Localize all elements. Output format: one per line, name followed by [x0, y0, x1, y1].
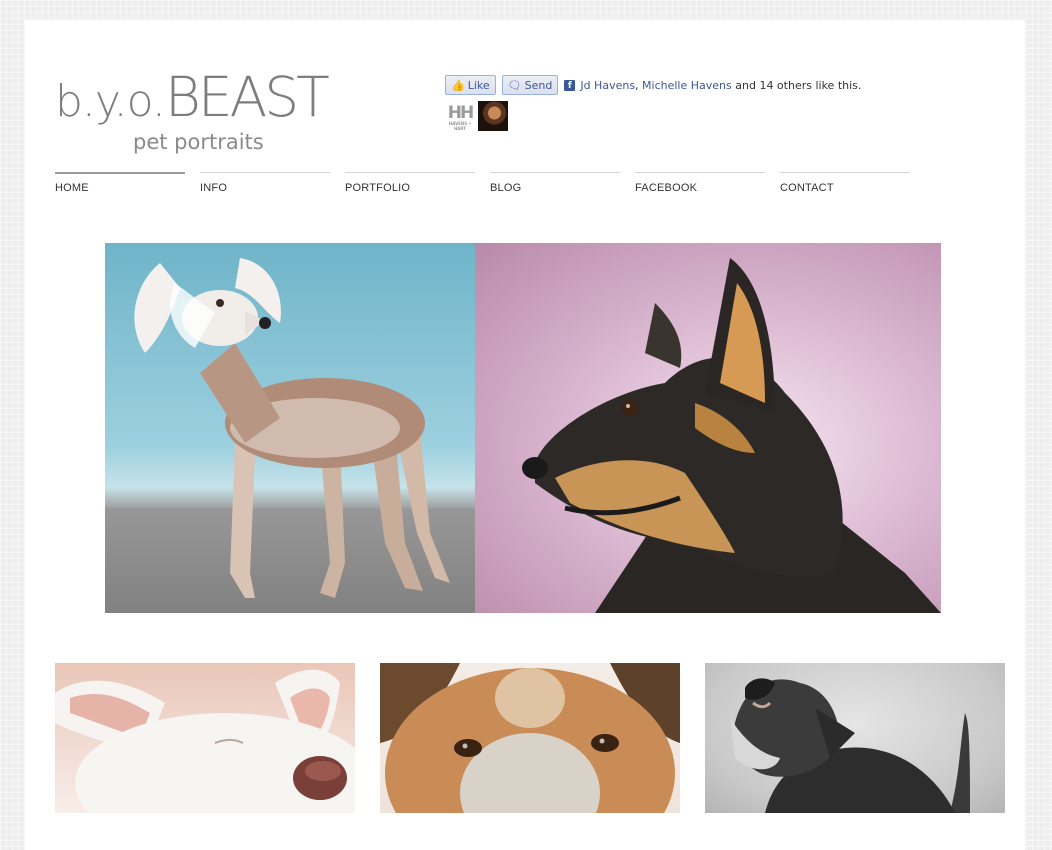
send-label: Send [524, 78, 553, 92]
crested-dog-illustration [105, 258, 475, 613]
thumbnail-old-dog-closeup[interactable] [380, 663, 680, 813]
logo-subtitle: pet portraits [133, 130, 264, 154]
nav-facebook[interactable]: FACEBOOK [635, 172, 765, 194]
nav-blog[interactable]: BLOG [490, 172, 620, 194]
friend-avatar[interactable] [478, 101, 508, 131]
havens-hart-avatar[interactable]: HH HAVENS • HART [445, 101, 475, 131]
main-nav: HOME INFO PORTFOLIO BLOG FACEBOOK CONTAC… [55, 172, 925, 194]
avatar-caption: HAVENS • HART [448, 121, 472, 131]
white-dog-illustration [55, 669, 355, 813]
old-dog-illustration [380, 663, 680, 813]
speech-bubble-icon: 🗨 [507, 78, 522, 92]
facebook-icon: f [564, 79, 576, 91]
comma: , [635, 78, 639, 92]
hero-image-crested-dog[interactable] [105, 243, 475, 613]
nav-info[interactable]: INFO [200, 172, 330, 194]
thumbs-up-icon: 👍 [451, 78, 465, 92]
nav-home[interactable]: HOME [55, 172, 185, 194]
send-button[interactable]: 🗨 Send [501, 75, 559, 95]
logo-prefix: b.y.o. [55, 76, 166, 127]
hero-image-shepherd-dog[interactable] [475, 243, 941, 613]
hero-gallery [105, 243, 941, 613]
shepherd-dog-illustration [522, 258, 941, 613]
avatar-initials: HH [447, 103, 475, 123]
friend-faces: HH HAVENS • HART [445, 101, 861, 131]
schnauzer-illustration [730, 678, 970, 813]
thumbnail-white-dog[interactable] [55, 663, 355, 813]
facebook-like-widget: 👍 Like 🗨 Send f Jd Havens, Michelle Have… [445, 75, 861, 131]
page-container: b.y.o.BEAST pet portraits 👍 Like 🗨 Send … [25, 20, 1025, 850]
like-button[interactable]: 👍 Like [445, 75, 496, 95]
logo-beast: BEAST [164, 65, 330, 129]
like-count-text: and 14 others like this. [735, 78, 862, 92]
friend-link-michelle-havens[interactable]: Michelle Havens [642, 79, 732, 92]
friend-link-jd-havens[interactable]: Jd Havens [580, 79, 635, 92]
logo-wordmark: b.y.o.BEAST [55, 70, 330, 127]
nav-contact[interactable]: CONTACT [780, 172, 910, 194]
nav-portfolio[interactable]: PORTFOLIO [345, 172, 475, 194]
thumbnail-row [55, 663, 1005, 813]
thumbnail-schnauzer[interactable] [705, 663, 1005, 813]
like-label: Like [467, 78, 490, 92]
site-logo[interactable]: b.y.o.BEAST pet portraits [55, 70, 345, 160]
